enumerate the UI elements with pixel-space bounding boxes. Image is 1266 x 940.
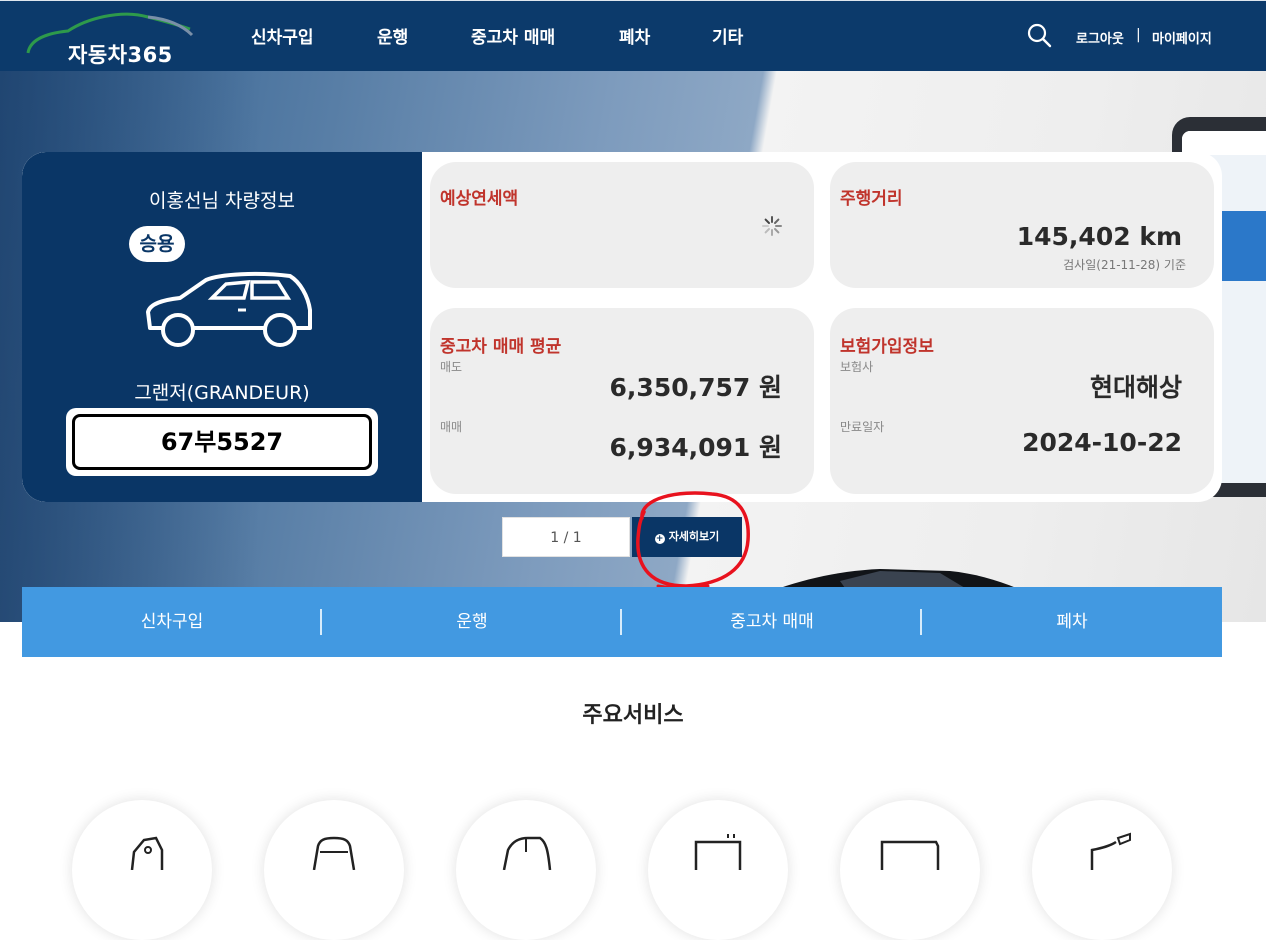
car-wash-icon [130,836,164,870]
nav-driving[interactable]: 운행 [377,23,408,48]
logout-link[interactable]: 로그아웃 [1076,28,1124,47]
quick-used-car[interactable]: 중고차 매매 [622,587,922,657]
vehicle-model-name: 그랜저(GRANDEUR) [134,382,310,404]
mypage-link[interactable]: 마이페이지 [1152,28,1212,47]
service-driving[interactable] [456,800,596,940]
nav-etc[interactable]: 기타 [712,23,743,48]
nav-used-car[interactable]: 중고차 매매 [471,23,555,48]
license-plate: 67부5527 [72,414,372,470]
card-pager: 1 / 1 [502,517,630,557]
vehicle-summary-panel: 이홍선님 차량정보 승용 그랜저(GRANDEUR) 67부5527 [22,152,422,502]
vehicle-type-badge: 승용 [129,226,185,262]
nav-scrap[interactable]: 폐차 [619,23,650,48]
truck-icon [880,840,940,870]
service-etc[interactable] [1032,800,1172,940]
owner-vehicle-title: 이홍선님 차량정보 [149,190,295,212]
tile-title-used-price: 중고차 매매 평균 [440,337,562,357]
car-side-icon [502,836,552,870]
site-header: 자동차365 신차구입 운행 중고차 매매 폐차 기타 로그아웃 | 마이페이지 [0,0,1266,71]
nav-new-car[interactable]: 신차구입 [251,23,314,48]
tile-mileage[interactable]: 주행거리 145,402 km 검사일(21-11-28) 기준 [830,162,1214,288]
vehicle-info-card: 이홍선님 차량정보 승용 그랜저(GRANDEUR) 67부5527 예상연세액 [22,152,1222,502]
quick-driving[interactable]: 운행 [322,587,622,657]
quick-menu-bar: 신차구입 운행 중고차 매매 폐차 [22,587,1222,657]
services-title: 주요서비스 [582,703,684,728]
service-new-car[interactable] [264,800,404,940]
search-icon[interactable] [1026,22,1052,48]
util-separator: | [1136,27,1141,43]
service-car-wash[interactable] [72,800,212,940]
tile-title-insurance: 보험가입정보 [840,337,934,357]
loading-spinner-icon [762,216,782,236]
logo-text: 자동차365 [68,43,173,67]
expiry-value: 2024-10-22 [1022,428,1182,457]
tool-icon [1090,832,1131,870]
tile-title-tax: 예상연세액 [440,189,519,209]
sell-label: 매도 [440,360,463,374]
expiry-label: 만료일자 [840,420,885,434]
mileage-value: 145,402 km [1016,222,1182,251]
tile-title-mileage: 주행거리 [840,189,903,209]
sell-value: 6,350,757 원 [609,373,782,402]
quick-new-car[interactable]: 신차구입 [22,587,322,657]
trade-value: 6,934,091 원 [609,433,782,462]
car-front-icon [312,836,356,870]
tile-used-car-price[interactable]: 중고차 매매 평균 매도 6,350,757 원 매매 6,934,091 원 [430,308,814,494]
service-scrap[interactable] [840,800,980,940]
trade-label: 매매 [440,420,463,434]
tile-annual-tax[interactable]: 예상연세액 [430,162,814,288]
quick-scrap[interactable]: 폐차 [922,587,1222,657]
site-logo[interactable]: 자동차365 [24,9,196,67]
insurer-label: 보험사 [840,360,874,374]
tile-insurance[interactable]: 보험가입정보 보험사 현대해상 만료일자 2024-10-22 [830,308,1214,494]
insurer-value: 현대해상 [1089,373,1182,402]
red-circle-annotation [636,491,750,590]
car-icon [146,271,312,347]
document-icon [694,834,742,870]
service-used-car[interactable] [648,800,788,940]
mileage-inspection-note: 검사일(21-11-28) 기준 [1063,258,1186,272]
